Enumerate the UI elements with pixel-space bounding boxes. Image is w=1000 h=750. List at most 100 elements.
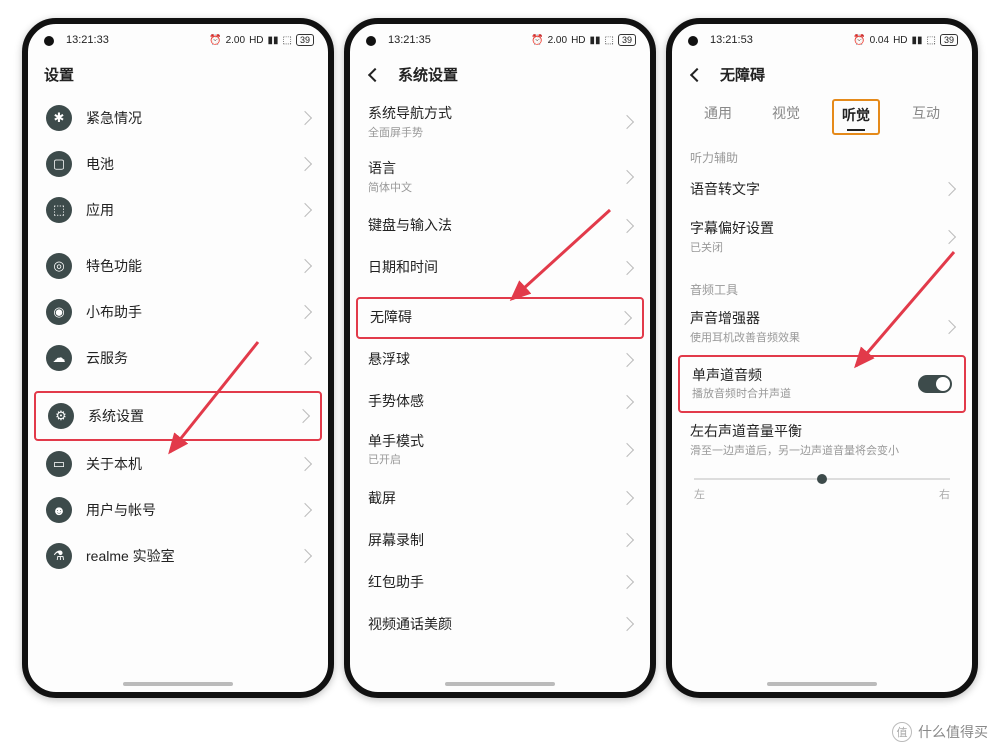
row-label: 云服务 [86, 350, 300, 367]
row-floating-ball[interactable]: 悬浮球 [350, 339, 650, 381]
row-mono-audio[interactable]: 单声道音频播放音频时合并声道 [678, 355, 966, 414]
balance-slider[interactable] [694, 478, 950, 480]
status-bar: 13:21:33 ⏰ 2.00 HD ▮▮ ⬚ 39 [28, 24, 328, 56]
slider-thumb[interactable] [817, 474, 827, 484]
row-label: 特色功能 [86, 258, 300, 275]
row-label: 手势体感 [368, 393, 622, 410]
row-apps[interactable]: ⬚ 应用 [28, 187, 328, 233]
row-cloud[interactable]: ☁ 云服务 [28, 335, 328, 381]
row-screen-record[interactable]: 屏幕录制 [350, 519, 650, 561]
row-special-features[interactable]: ◎ 特色功能 [28, 243, 328, 289]
row-label: 紧急情况 [86, 110, 300, 127]
row-system-settings[interactable]: ⚙ 系统设置 [34, 391, 322, 441]
watermark-text: 什么值得买 [918, 722, 988, 742]
row-sub: 滑至一边声道后，另一边声道音量将会变小 [690, 442, 954, 458]
status-icons: ⏰ 0.04 HD ▮▮ ⬚ 39 [853, 34, 958, 46]
row-one-hand[interactable]: 单手模式已开启 [350, 423, 650, 478]
network-icon: 2.00 [548, 35, 567, 46]
chevron-right-icon [298, 503, 312, 517]
chevron-right-icon [296, 409, 310, 423]
row-sub: 全面屏手势 [368, 124, 622, 140]
battery-row-icon: ▢ [46, 151, 72, 177]
row-label: 左右声道音量平衡 [690, 423, 954, 440]
system-settings-list: 系统导航方式全面屏手势 语言简体中文 键盘与输入法 日期和时间 无障碍 悬浮 [350, 95, 650, 655]
chevron-right-icon [620, 533, 634, 547]
chevron-right-icon [620, 395, 634, 409]
alarm-icon: ⏰ [853, 35, 865, 46]
row-gestures[interactable]: 手势体感 [350, 381, 650, 423]
phone-settings: 13:21:33 ⏰ 2.00 HD ▮▮ ⬚ 39 设置 ✱ 紧急情况 ▢ 电… [22, 18, 334, 698]
row-label: 用户与帐号 [86, 502, 300, 519]
gesture-bar [767, 682, 877, 686]
chevron-right-icon [620, 353, 634, 367]
chevron-right-icon [620, 219, 634, 233]
lab-icon: ⚗ [46, 543, 72, 569]
user-icon: ☻ [46, 497, 72, 523]
row-sub: 播放音频时合并声道 [692, 385, 918, 401]
gear-icon: ⚙ [48, 403, 74, 429]
row-emergency[interactable]: ✱ 紧急情况 [28, 95, 328, 141]
signal-icon: ▮▮ [268, 35, 279, 46]
header: 无障碍 [672, 56, 972, 95]
watermark-badge-icon: 值 [892, 722, 912, 742]
mono-audio-toggle[interactable] [918, 375, 952, 393]
tab-hearing[interactable]: 听觉 [832, 99, 880, 135]
row-battery[interactable]: ▢ 电池 [28, 141, 328, 187]
slider-labels: 左 右 [672, 482, 972, 502]
row-label: 悬浮球 [368, 351, 622, 368]
row-lab[interactable]: ⚗ realme 实验室 [28, 533, 328, 579]
wifi-icon: ⬚ [605, 35, 614, 46]
row-label: 截屏 [368, 490, 622, 507]
row-keyboard[interactable]: 键盘与输入法 [350, 205, 650, 247]
tab-interaction[interactable]: 互动 [904, 99, 948, 135]
row-sub: 已关闭 [690, 239, 944, 255]
back-button[interactable] [688, 66, 706, 84]
features-icon: ◎ [46, 253, 72, 279]
camera-punch [688, 36, 698, 46]
slider-left: 左 [694, 486, 705, 502]
row-voice-to-text[interactable]: 语音转文字 [672, 168, 972, 210]
row-datetime[interactable]: 日期和时间 [350, 247, 650, 289]
section-audio-tools: 音频工具 [672, 273, 972, 300]
chevron-right-icon [298, 305, 312, 319]
row-users-accounts[interactable]: ☻ 用户与帐号 [28, 487, 328, 533]
header: 系统设置 [350, 56, 650, 95]
row-sound-enhancer[interactable]: 声音增强器使用耳机改善音频效果 [672, 300, 972, 355]
chevron-right-icon [942, 320, 956, 334]
chevron-right-icon [620, 491, 634, 505]
alarm-icon: ⏰ [209, 35, 221, 46]
alarm-icon: ⏰ [531, 35, 543, 46]
chevron-right-icon [298, 259, 312, 273]
hd-icon: HD [571, 35, 585, 46]
row-redpacket[interactable]: 红包助手 [350, 561, 650, 603]
phone-accessibility: 13:21:53 ⏰ 0.04 HD ▮▮ ⬚ 39 无障碍 通用 视觉 听觉 … [666, 18, 978, 698]
tab-general[interactable]: 通用 [696, 99, 740, 135]
row-label: 电池 [86, 156, 300, 173]
row-label: realme 实验室 [86, 548, 300, 565]
chevron-right-icon [298, 351, 312, 365]
cloud-icon: ☁ [46, 345, 72, 371]
row-assistant[interactable]: ◉ 小布助手 [28, 289, 328, 335]
clock: 13:21:53 [710, 34, 753, 46]
chevron-right-icon [298, 203, 312, 217]
camera-punch [366, 36, 376, 46]
assistant-icon: ◉ [46, 299, 72, 325]
tab-vision[interactable]: 视觉 [764, 99, 808, 135]
network-icon: 2.00 [226, 35, 245, 46]
row-video-beauty[interactable]: 视频通话美颜 [350, 603, 650, 645]
row-label: 字幕偏好设置 [690, 220, 944, 237]
row-label: 无障碍 [370, 309, 620, 326]
row-subtitle-prefs[interactable]: 字幕偏好设置已关闭 [672, 210, 972, 265]
gesture-bar [445, 682, 555, 686]
status-bar: 13:21:35 ⏰ 2.00 HD ▮▮ ⬚ 39 [350, 24, 650, 56]
row-language[interactable]: 语言简体中文 [350, 150, 650, 205]
row-accessibility[interactable]: 无障碍 [356, 297, 644, 339]
settings-list: ✱ 紧急情况 ▢ 电池 ⬚ 应用 ◎ 特色功能 ◉ 小布助 [28, 95, 328, 589]
section-hearing-aid: 听力辅助 [672, 141, 972, 168]
row-nav-style[interactable]: 系统导航方式全面屏手势 [350, 95, 650, 150]
chevron-right-icon [298, 157, 312, 171]
row-about[interactable]: ▭ 关于本机 [28, 441, 328, 487]
clock: 13:21:33 [66, 34, 109, 46]
row-screenshot[interactable]: 截屏 [350, 477, 650, 519]
back-button[interactable] [366, 66, 384, 84]
